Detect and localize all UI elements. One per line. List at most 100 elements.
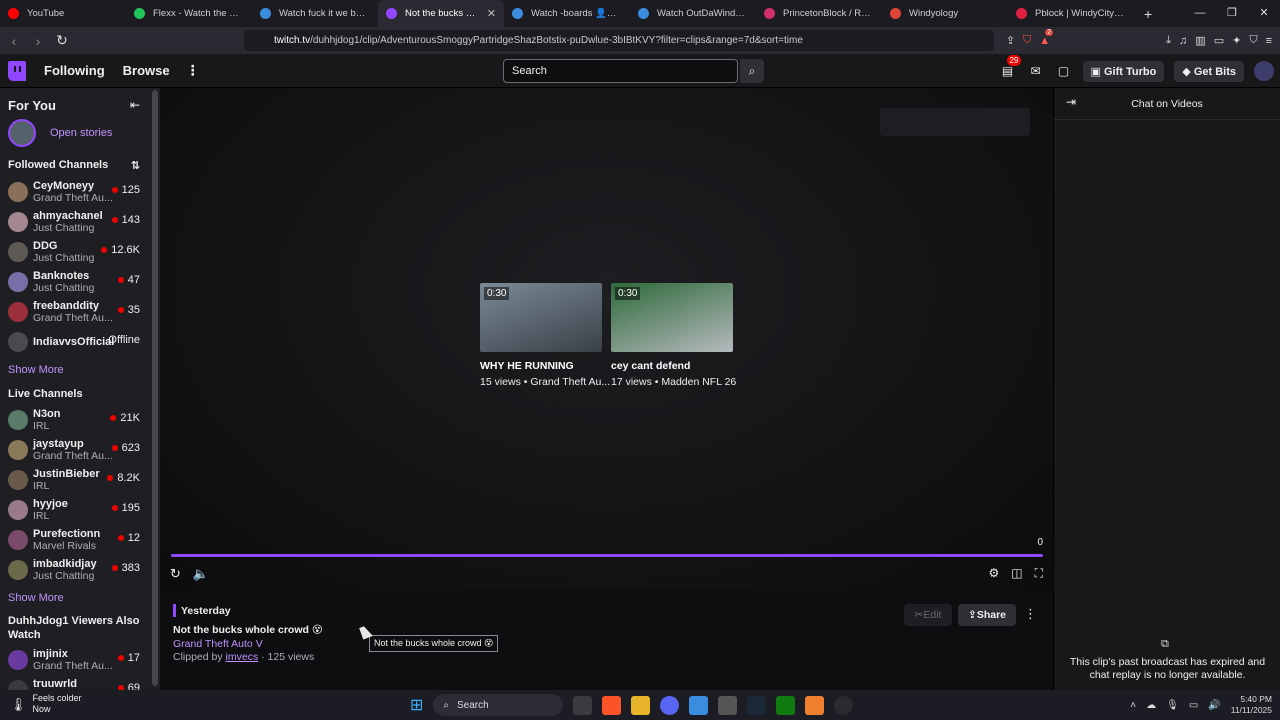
sidebar-channel[interactable]: CeyMoneyy Grand Theft Au... 125: [0, 178, 160, 208]
replay-icon[interactable]: ↻: [170, 566, 181, 582]
show-more-followed[interactable]: Show More: [0, 358, 160, 382]
forward-icon[interactable]: ›: [28, 33, 48, 49]
task-view-icon[interactable]: [573, 695, 593, 715]
sidebar-channel[interactable]: imjinix Grand Theft Au... 17: [0, 646, 160, 676]
settings-icon[interactable]: ⚙: [988, 566, 999, 581]
sidebar-channel[interactable]: JustinBieber IRL 8.2K: [0, 466, 160, 496]
recommended-clip-card[interactable]: 0:30 WHY HE RUNNING 15 views • Grand Theft…: [480, 283, 610, 388]
file-explorer-icon[interactable]: [631, 695, 651, 715]
nav-following[interactable]: Following: [44, 63, 105, 78]
rewards-icon[interactable]: ▲ 2: [1039, 28, 1054, 47]
new-tab-icon[interactable]: +: [1144, 6, 1152, 22]
speaker-icon[interactable]: 🔊: [1208, 700, 1220, 711]
user-avatar[interactable]: [1254, 61, 1274, 81]
more-vertical-icon[interactable]: ⋮: [186, 62, 200, 79]
sidebar-channel[interactable]: Banknotes Just Chatting 47: [0, 268, 160, 298]
browser-tab[interactable]: PrincetonBlock / Redzone: [756, 0, 882, 27]
browser-tab[interactable]: Windyology: [882, 0, 1008, 27]
clock[interactable]: 5:40 PM 11/11/2025: [1231, 694, 1272, 716]
more-options-icon[interactable]: ⋮: [1024, 606, 1037, 622]
open-stories[interactable]: Open stories: [0, 113, 160, 153]
window-controls: — ❐ ✕: [1184, 0, 1280, 27]
gift-turbo-button[interactable]: ▣ Gift Turbo: [1082, 60, 1165, 82]
progress-bar[interactable]: [171, 554, 1043, 557]
weather-widget[interactable]: 🌡 Feels colder Now: [10, 693, 82, 715]
notifications-icon[interactable]: ▤ 29: [999, 55, 1022, 78]
sidebar-channel[interactable]: N3on IRL 21K: [0, 406, 160, 436]
channel-avatar: [8, 272, 28, 292]
search-button[interactable]: ⌕: [740, 59, 764, 83]
menu-icon[interactable]: ≡: [1266, 35, 1272, 47]
browser-tab[interactable]: Watch OutDaWindow 🍭: [630, 0, 756, 27]
close-tab-icon[interactable]: ✕: [487, 7, 496, 20]
whispers-icon[interactable]: ▢: [1055, 64, 1073, 78]
channel-name: truuwrld: [33, 678, 77, 690]
browser-tab[interactable]: Watch fuck it we ball-gloc: [252, 0, 378, 27]
recommended-clip-card[interactable]: 0:30 cey cant defend 17 views • Madden NFL…: [611, 283, 736, 388]
twitch-logo-icon[interactable]: [8, 60, 26, 81]
clip-game-link[interactable]: Grand Theft Auto V: [173, 638, 263, 650]
get-bits-button[interactable]: ◆ Get Bits: [1174, 60, 1244, 82]
windows-start-icon[interactable]: ⊞: [410, 695, 423, 715]
reload-icon[interactable]: ↻: [52, 32, 72, 49]
brave-shield-icon[interactable]: ⛉: [1023, 34, 1031, 47]
sidebar-channel[interactable]: ahmyachanel Just Chatting 143: [0, 208, 160, 238]
network-icon[interactable]: ▭: [1189, 700, 1198, 711]
sidebar-channel[interactable]: jaystayup Grand Theft Au... 623: [0, 436, 160, 466]
expand-chat-icon[interactable]: ⇥: [1066, 95, 1076, 109]
share-button[interactable]: ⇪ Share: [958, 604, 1016, 626]
chrome-icon[interactable]: [834, 695, 854, 715]
vpn-icon[interactable]: ⛉: [1249, 34, 1257, 47]
browser-tab[interactable]: YouTube: [0, 0, 126, 27]
close-window-icon[interactable]: ✕: [1248, 0, 1280, 27]
media-icon[interactable]: ♫: [1179, 35, 1187, 47]
brave-app-icon[interactable]: [602, 695, 622, 715]
xbox-icon[interactable]: [776, 695, 796, 715]
sidebar-channel[interactable]: DDG Just Chatting 12.6K: [0, 238, 160, 268]
channel-name: JustinBieber: [33, 468, 100, 480]
maximize-icon[interactable]: ❐: [1216, 0, 1248, 27]
sidebar-channel[interactable]: freebanddity Grand Theft Au... 35: [0, 298, 160, 328]
sidebar-channel[interactable]: IndiavvsOfficial Offline: [0, 328, 160, 358]
sidebar-channel[interactable]: Purefectionn Marvel Rivals 12: [0, 526, 160, 556]
taskbar-search-icon: ⌕: [443, 699, 450, 711]
collapse-sidebar-icon[interactable]: ⇤: [130, 98, 140, 112]
share-page-icon[interactable]: ⇪: [1006, 34, 1015, 47]
url-field[interactable]: twitch.tv/duhhjdog1/clip/AdventurousSmog…: [244, 30, 994, 51]
steam-icon[interactable]: [747, 695, 767, 715]
cloud-icon[interactable]: ☁: [1146, 700, 1156, 711]
edit-button[interactable]: ✂ Edit: [904, 604, 952, 626]
clipper-link[interactable]: imvecs: [226, 651, 259, 663]
fullscreen-icon[interactable]: ⛶: [1035, 566, 1043, 581]
browser-tab[interactable]: Flexx - Watch the VOD: [126, 0, 252, 27]
theatre-mode-icon[interactable]: ◫: [1011, 566, 1022, 581]
sidebar-toggle-icon[interactable]: ▥: [1195, 34, 1205, 47]
browser-tools: ⇪ ⛉ ▲ 2 ⤓ ♫ ▥ ▭ ✦ ⛉ ≡: [1006, 27, 1272, 54]
browser-tab[interactable]: Pblock | WindyCityRP Wik: [1008, 0, 1134, 27]
search-input[interactable]: Search: [503, 59, 738, 83]
tab-favicon-icon: [260, 8, 271, 19]
minimize-icon[interactable]: —: [1184, 0, 1216, 27]
discord-icon[interactable]: [660, 695, 680, 715]
store-icon[interactable]: [718, 695, 738, 715]
browser-tab[interactable]: Not the bucks whole c ✕: [378, 0, 504, 27]
app-orange-icon[interactable]: [805, 695, 825, 715]
show-more-live[interactable]: Show More: [0, 586, 160, 610]
sidebar-channel[interactable]: truuwrldGrand Theft Au...69: [0, 676, 160, 690]
browser-tab[interactable]: Watch -boards 👤👤 | Str: [504, 0, 630, 27]
wallet-icon[interactable]: ▭: [1214, 34, 1224, 47]
volume-icon[interactable]: 🔈: [193, 566, 209, 582]
copilot-icon[interactable]: [689, 695, 709, 715]
back-icon[interactable]: ‹: [4, 33, 24, 49]
nav-browse[interactable]: Browse: [123, 63, 170, 78]
tray-chevron-icon[interactable]: ˄: [1130, 700, 1136, 711]
video-player[interactable]: 0:30 WHY HE RUNNING 15 views • Grand Theft…: [160, 88, 1053, 590]
mic-icon[interactable]: 🎙: [1166, 700, 1179, 711]
download-icon[interactable]: ⤓: [1166, 34, 1171, 47]
sidebar-channel[interactable]: imbadkidjay Just Chatting 383: [0, 556, 160, 586]
sort-icon[interactable]: ⇅: [131, 159, 140, 172]
inbox-icon[interactable]: ✉: [1027, 64, 1045, 78]
taskbar-search[interactable]: ⌕ Search: [433, 694, 564, 716]
sidebar-channel[interactable]: hyyjoe IRL 195: [0, 496, 160, 526]
leo-ai-icon[interactable]: ✦: [1232, 34, 1241, 47]
